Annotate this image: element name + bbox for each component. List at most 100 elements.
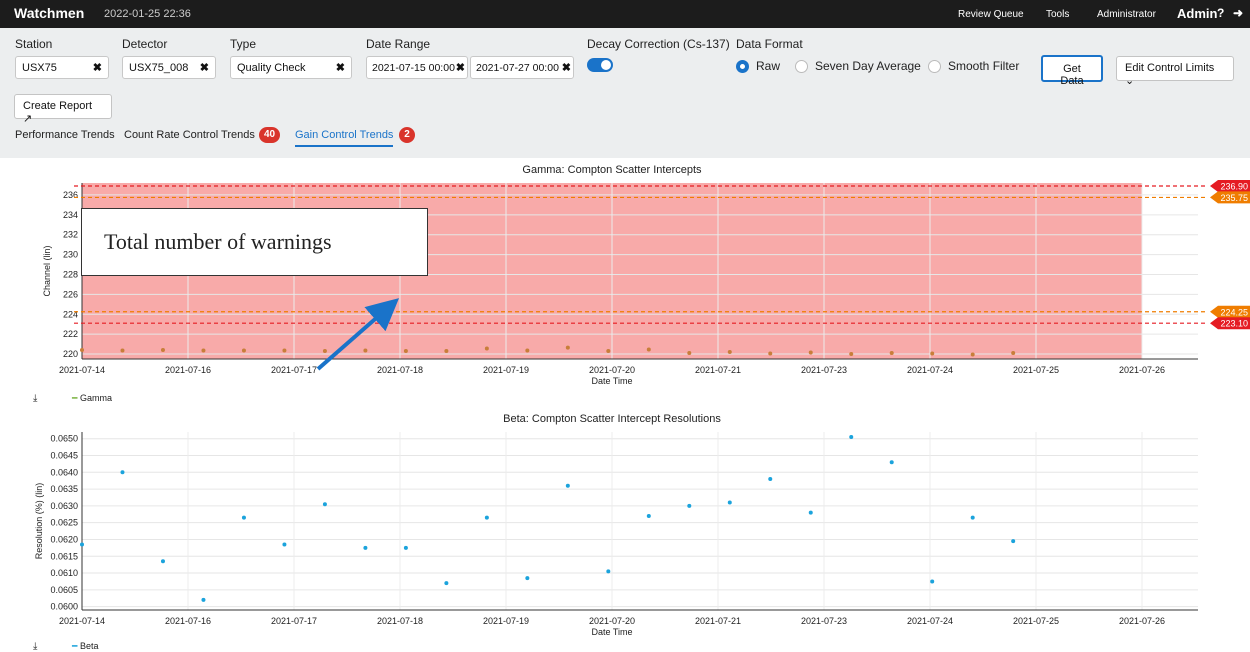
toggle-knob bbox=[601, 60, 611, 70]
data-point bbox=[484, 515, 489, 520]
clear-icon[interactable]: ✖ bbox=[336, 61, 345, 74]
data-point bbox=[282, 542, 287, 547]
radio-smooth-label[interactable]: Smooth Filter bbox=[948, 59, 1019, 73]
y-tick-label: 232 bbox=[63, 230, 78, 240]
data-point bbox=[889, 460, 894, 465]
radio-raw-label[interactable]: Raw bbox=[756, 59, 780, 73]
edit-control-limits-button[interactable]: Edit Control Limits ⌄ bbox=[1116, 56, 1234, 87]
data-point bbox=[322, 502, 327, 507]
decay-toggle[interactable] bbox=[587, 58, 613, 72]
y-axis-label: Resolution (%) (lin) bbox=[34, 483, 44, 560]
date-start-value: 2021-07-15 00:00 bbox=[372, 62, 455, 74]
beta-chart[interactable]: Beta: Compton Scatter Intercept Resoluti… bbox=[34, 413, 1198, 637]
x-tick-label: 2021-07-17 bbox=[271, 616, 317, 626]
data-point bbox=[201, 348, 206, 353]
radio-smooth[interactable] bbox=[928, 60, 941, 73]
gamma-legend[interactable]: ━ Gamma bbox=[72, 393, 112, 404]
logout-icon[interactable]: ➜ bbox=[1233, 6, 1243, 20]
station-select[interactable]: USX75 ✖ bbox=[15, 56, 109, 79]
app-title[interactable]: Watchmen bbox=[14, 5, 84, 21]
data-point bbox=[646, 513, 651, 518]
data-point bbox=[525, 348, 530, 353]
nav-review-queue[interactable]: Review Queue bbox=[958, 9, 1024, 20]
detector-select[interactable]: USX75_008 ✖ bbox=[122, 56, 216, 79]
y-tick-label: 230 bbox=[63, 250, 78, 260]
data-point bbox=[120, 348, 125, 353]
user-menu[interactable]: Admin bbox=[1177, 6, 1217, 21]
data-point bbox=[444, 349, 449, 354]
data-point bbox=[322, 349, 327, 354]
data-point bbox=[606, 569, 611, 574]
y-tick-label: 0.0600 bbox=[50, 602, 78, 612]
tab-count-rate[interactable]: Count Rate Control Trends bbox=[124, 129, 255, 141]
data-point bbox=[808, 350, 813, 355]
limit-label: 223.10 bbox=[1220, 319, 1248, 329]
x-tick-label: 2021-07-21 bbox=[695, 365, 741, 375]
type-select[interactable]: Quality Check ✖ bbox=[230, 56, 352, 79]
radio-seven-day[interactable] bbox=[795, 60, 808, 73]
clear-icon[interactable]: ✖ bbox=[562, 61, 571, 74]
data-point bbox=[970, 352, 975, 357]
limit-label: 236.90 bbox=[1220, 181, 1248, 191]
x-tick-label: 2021-07-20 bbox=[589, 616, 635, 626]
radio-raw[interactable] bbox=[736, 60, 749, 73]
tab-gain-control[interactable]: Gain Control Trends bbox=[295, 129, 394, 147]
data-point bbox=[970, 515, 975, 520]
data-point bbox=[565, 345, 570, 350]
nav-tools[interactable]: Tools bbox=[1046, 9, 1069, 20]
y-tick-label: 0.0625 bbox=[50, 518, 78, 528]
chart-title: Beta: Compton Scatter Intercept Resoluti… bbox=[503, 413, 721, 425]
date-end-value: 2021-07-27 00:00 bbox=[476, 62, 559, 74]
download-icon[interactable]: ⤓ bbox=[33, 641, 37, 652]
edit-limits-label: Edit Control Limits bbox=[1125, 62, 1215, 74]
date-end-input[interactable]: 2021-07-27 00:00 ✖ bbox=[470, 56, 574, 79]
x-tick-label: 2021-07-20 bbox=[589, 365, 635, 375]
legend-swatch: ━ bbox=[72, 393, 78, 403]
x-tick-label: 2021-07-19 bbox=[483, 365, 529, 375]
create-report-button[interactable]: Create Report ↗ bbox=[14, 94, 112, 125]
date-start-input[interactable]: 2021-07-15 00:00 ✖ bbox=[366, 56, 468, 79]
data-point bbox=[565, 483, 570, 488]
data-point bbox=[1011, 351, 1016, 356]
clear-icon[interactable]: ✖ bbox=[200, 61, 209, 74]
y-axis-label: Channel (lin) bbox=[42, 245, 52, 296]
x-tick-label: 2021-07-19 bbox=[483, 616, 529, 626]
data-point bbox=[363, 348, 368, 353]
x-tick-label: 2021-07-25 bbox=[1013, 365, 1059, 375]
data-point bbox=[849, 435, 854, 440]
data-point bbox=[768, 477, 773, 482]
data-point bbox=[80, 348, 84, 353]
get-data-button[interactable]: Get Data bbox=[1041, 55, 1103, 87]
data-point bbox=[201, 597, 206, 602]
nav-administrator[interactable]: Administrator bbox=[1097, 9, 1156, 20]
data-point bbox=[444, 581, 449, 586]
x-tick-label: 2021-07-24 bbox=[907, 616, 953, 626]
clear-icon[interactable]: ✖ bbox=[456, 61, 465, 74]
y-tick-label: 0.0640 bbox=[50, 467, 78, 477]
y-tick-label: 0.0630 bbox=[50, 501, 78, 511]
limit-label: 224.25 bbox=[1220, 307, 1248, 317]
y-tick-label: 0.0645 bbox=[50, 451, 78, 461]
download-icon[interactable]: ⤓ bbox=[33, 393, 37, 404]
radio-seven-day-label[interactable]: Seven Day Average bbox=[815, 59, 921, 73]
clear-icon[interactable]: ✖ bbox=[93, 61, 102, 74]
chevron-down-icon: ⌄ bbox=[1125, 75, 1135, 87]
data-point bbox=[160, 348, 165, 353]
data-point bbox=[160, 559, 165, 564]
create-report-label: Create Report bbox=[23, 100, 93, 112]
annotation-box: Total number of warnings bbox=[81, 208, 428, 276]
x-tick-label: 2021-07-16 bbox=[165, 616, 211, 626]
top-bar: Watchmen 2022-01-25 22:36 Review Queue T… bbox=[0, 0, 1250, 28]
data-point bbox=[241, 348, 246, 353]
tab-performance-trends[interactable]: Performance Trends bbox=[15, 129, 115, 141]
detector-value: USX75_008 bbox=[129, 62, 189, 74]
y-tick-label: 234 bbox=[63, 210, 78, 220]
beta-legend[interactable]: ━ Beta bbox=[72, 641, 98, 652]
beta-legend-label: Beta bbox=[79, 641, 99, 651]
help-icon[interactable]: ? bbox=[1217, 6, 1224, 20]
x-tick-label: 2021-07-21 bbox=[695, 616, 741, 626]
data-point bbox=[120, 470, 125, 475]
count-rate-badge: 40 bbox=[259, 127, 280, 143]
x-tick-label: 2021-07-23 bbox=[801, 616, 847, 626]
y-tick-label: 0.0620 bbox=[50, 534, 78, 544]
